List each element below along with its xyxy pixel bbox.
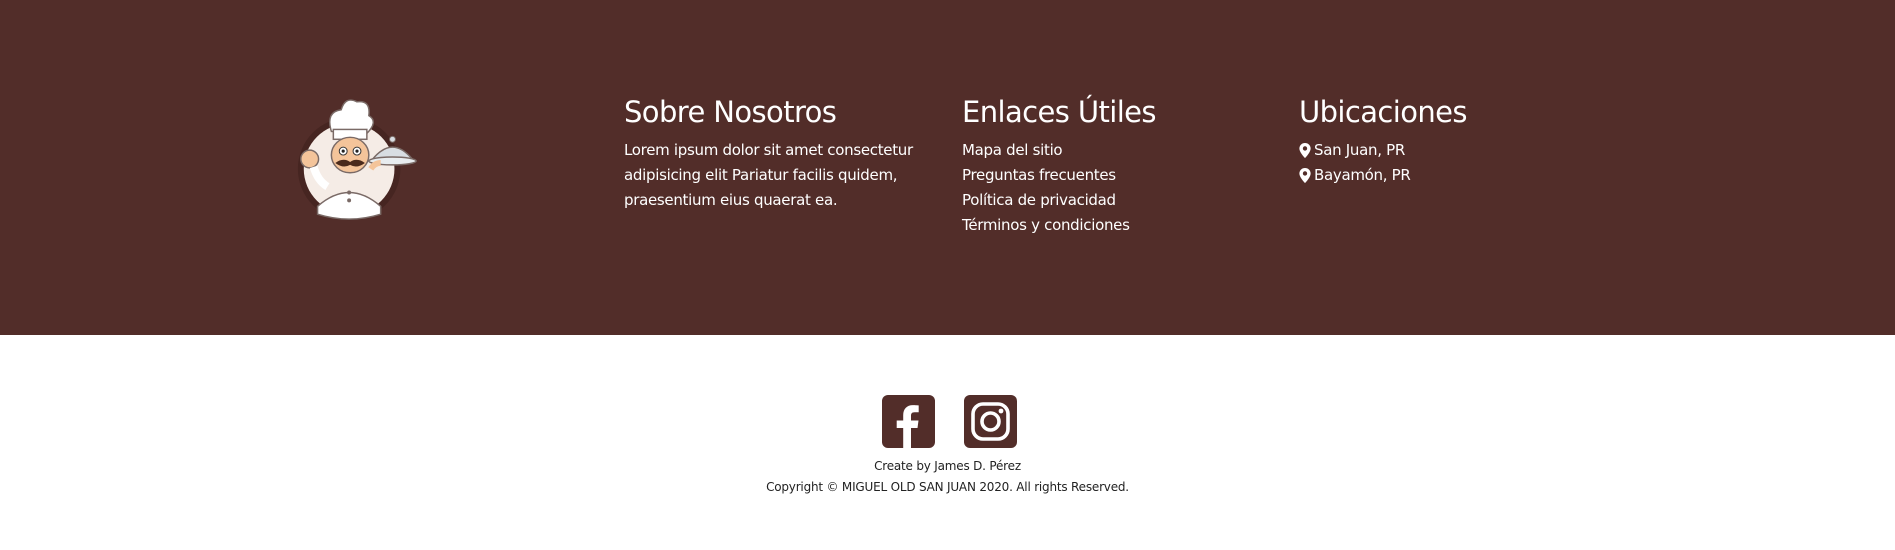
created-by-text: Create by James D. Pérez xyxy=(874,459,1021,473)
locations-section: Ubicaciones San Juan, PR Bayamón, PR xyxy=(1299,94,1467,188)
footer-top: Sobre Nosotros Lorem ipsum dolor sit ame… xyxy=(0,0,1895,335)
social-links xyxy=(882,395,1017,448)
location-item-san-juan: San Juan, PR xyxy=(1299,138,1467,163)
map-pin-icon xyxy=(1299,168,1311,183)
useful-links-list: Mapa del sitio Preguntas frecuentes Polí… xyxy=(962,138,1156,238)
location-label: San Juan, PR xyxy=(1314,141,1406,159)
footer-bottom: Create by James D. Pérez Copyright © MIG… xyxy=(0,335,1895,550)
list-item: Mapa del sitio xyxy=(962,138,1156,163)
map-pin-icon xyxy=(1299,143,1311,158)
list-item: Preguntas frecuentes xyxy=(962,163,1156,188)
instagram-icon xyxy=(964,395,1017,448)
about-title: Sobre Nosotros xyxy=(624,95,837,129)
location-item-bayamon: Bayamón, PR xyxy=(1299,163,1467,188)
instagram-link[interactable] xyxy=(964,395,1017,448)
link-sitemap[interactable]: Mapa del sitio xyxy=(962,141,1063,159)
locations-title: Ubicaciones xyxy=(1299,95,1467,129)
link-terms[interactable]: Términos y condiciones xyxy=(962,216,1130,234)
useful-links-section: Enlaces Útiles Mapa del sitio Preguntas … xyxy=(962,94,1157,238)
about-section: Sobre Nosotros Lorem ipsum dolor sit ame… xyxy=(624,94,914,213)
link-faq[interactable]: Preguntas frecuentes xyxy=(962,166,1116,184)
facebook-icon xyxy=(882,395,935,448)
chef-logo-icon xyxy=(297,99,417,221)
location-label: Bayamón, PR xyxy=(1314,166,1411,184)
list-item: Política de privacidad xyxy=(962,188,1156,213)
link-privacy-policy[interactable]: Política de privacidad xyxy=(962,191,1116,209)
locations-list: San Juan, PR Bayamón, PR xyxy=(1299,138,1467,188)
list-item: Términos y condiciones xyxy=(962,213,1156,238)
facebook-link[interactable] xyxy=(882,395,935,448)
credits: Create by James D. Pérez Copyright © MIG… xyxy=(0,456,1895,498)
about-text: Lorem ipsum dolor sit amet consectetur a… xyxy=(624,141,913,209)
copyright-text: Copyright © MIGUEL OLD SAN JUAN 2020. Al… xyxy=(766,480,1129,494)
useful-links-title: Enlaces Útiles xyxy=(962,95,1157,129)
